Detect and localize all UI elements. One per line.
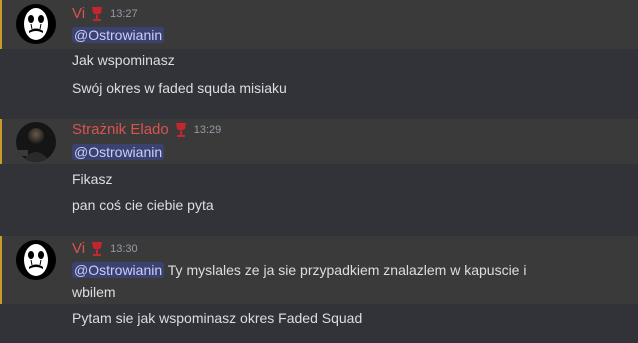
message-header: Vi 13:27 xyxy=(72,4,138,24)
avatar[interactable] xyxy=(16,4,56,44)
message-line: @Ostrowianin Ty myslales ze ja sie przyp… xyxy=(72,259,526,281)
user-mention[interactable]: @Ostrowianin xyxy=(72,27,165,43)
mask-face-icon xyxy=(16,4,56,44)
message: Vi 13:27 @Ostrowianin xyxy=(0,0,638,49)
message-line: Pytam sie jak wspominasz okres Faded Squ… xyxy=(72,310,363,326)
message-line: Jak wspominasz xyxy=(72,52,175,68)
message: Vi 13:30 @Ostrowianin Ty myslales ze ja … xyxy=(0,236,638,304)
message-line: @Ostrowianin xyxy=(72,142,165,162)
avatar[interactable] xyxy=(16,240,56,280)
message-line: @Ostrowianin xyxy=(72,25,165,45)
avatar[interactable] xyxy=(16,122,56,162)
author-name[interactable]: Vi xyxy=(72,239,85,259)
user-mention[interactable]: @Ostrowianin xyxy=(72,144,165,160)
red-goblet-icon[interactable] xyxy=(174,122,188,138)
message-line: wbilem xyxy=(72,284,116,300)
author-name[interactable]: Vi xyxy=(72,4,85,24)
person-photo-icon xyxy=(16,122,56,162)
message-line: Fikasz xyxy=(72,171,113,187)
red-goblet-icon[interactable] xyxy=(90,241,104,257)
author-name[interactable]: Strażnik Elado xyxy=(72,120,169,140)
message-line: pan coś cie ciebie pyta xyxy=(72,197,214,213)
message-header: Vi 13:30 xyxy=(72,239,138,259)
timestamp[interactable]: 13:29 xyxy=(194,120,222,140)
message-line: Swój okres w faded squda misiaku xyxy=(72,80,287,96)
user-mention[interactable]: @Ostrowianin xyxy=(72,262,165,278)
timestamp[interactable]: 13:27 xyxy=(110,4,138,24)
red-goblet-icon[interactable] xyxy=(90,6,104,22)
mask-face-icon xyxy=(16,240,56,280)
message-text: Ty myslales ze ja sie przypadkiem znalaz… xyxy=(167,262,527,278)
message: Strażnik Elado 13:29 @Ostrowianin xyxy=(0,119,638,164)
timestamp[interactable]: 13:30 xyxy=(110,239,138,259)
message-header: Strażnik Elado 13:29 xyxy=(72,120,221,140)
